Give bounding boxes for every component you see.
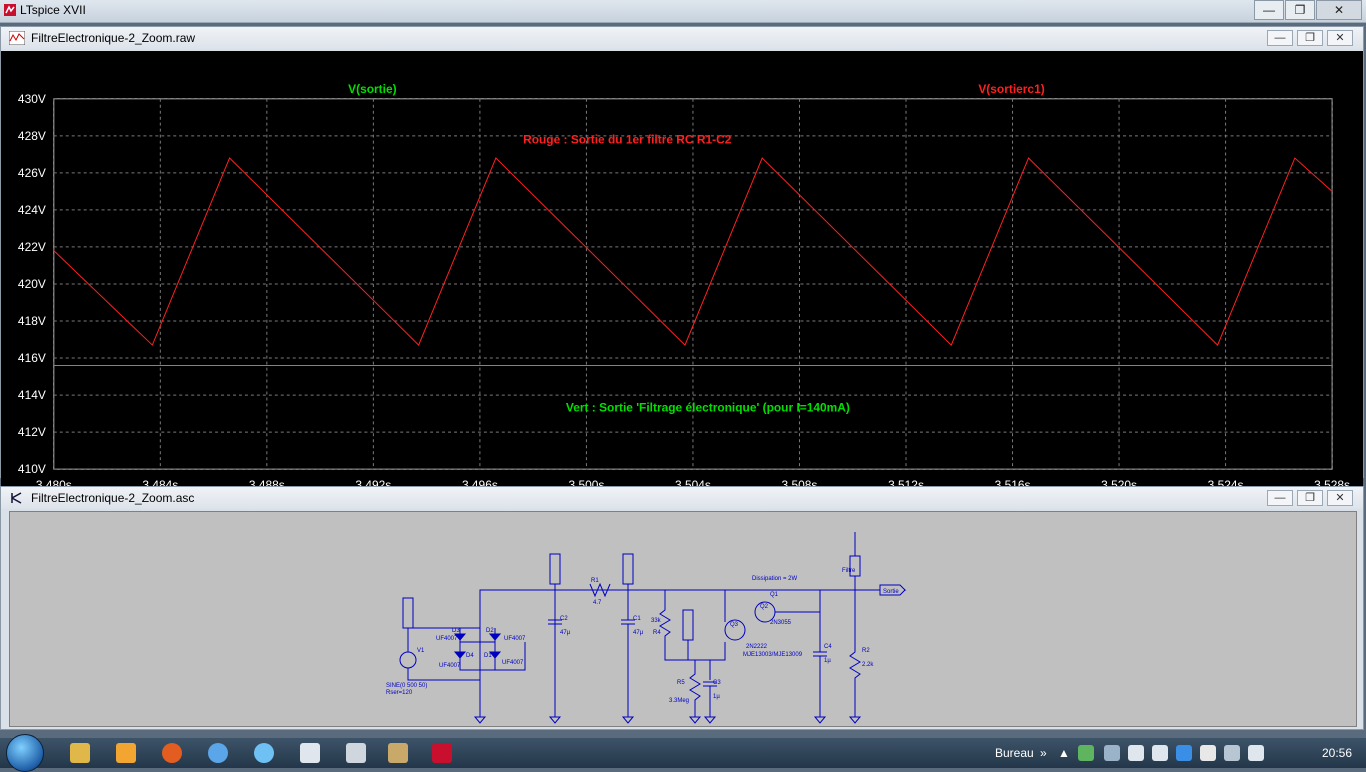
explorer-icon[interactable] bbox=[70, 743, 90, 763]
schematic-window-titlebar[interactable]: FiltreElectronique-2_Zoom.asc — ❐ ✕ bbox=[1, 487, 1363, 509]
plot-window-titlebar[interactable]: FiltreElectronique-2_Zoom.raw — ❐ ✕ bbox=[1, 27, 1363, 49]
app-title: LTspice XVII bbox=[20, 3, 86, 17]
q2-type-label: 2N3055 bbox=[770, 620, 792, 626]
calculator-icon[interactable] bbox=[346, 743, 366, 763]
clock[interactable]: 20:56 bbox=[1322, 746, 1352, 760]
document-icon[interactable] bbox=[300, 743, 320, 763]
y-tick-label: 422V bbox=[18, 240, 46, 254]
y-tick-label: 424V bbox=[18, 203, 46, 217]
browser-icon[interactable] bbox=[254, 743, 274, 763]
y-tick-label: 412V bbox=[18, 425, 46, 439]
tray-app-icon[interactable] bbox=[1078, 745, 1094, 761]
trace-label-v-sortie[interactable]: V(sortie) bbox=[348, 82, 396, 96]
power-icon[interactable] bbox=[1248, 745, 1264, 761]
tray-toolbar-label[interactable]: Bureau bbox=[995, 746, 1034, 760]
signal-icon[interactable] bbox=[1224, 745, 1240, 761]
schematic-canvas[interactable]: SINE(0 500 50) Rser=120 V1 D3 D2 UF4007 … bbox=[9, 511, 1357, 727]
c2-label: C2 bbox=[560, 616, 568, 622]
plot-window-title: FiltreElectronique-2_Zoom.raw bbox=[31, 31, 196, 45]
y-tick-label: 430V bbox=[18, 92, 46, 106]
r1-value: 4.7 bbox=[593, 600, 602, 606]
tray-device-icon[interactable] bbox=[1128, 745, 1144, 761]
dissipation-label: Dissipation = 2W bbox=[752, 576, 798, 582]
r5-label: R5 bbox=[677, 680, 685, 686]
c4-value: 1µ bbox=[824, 658, 831, 664]
circuit-diagram[interactable]: SINE(0 500 50) Rser=120 V1 D3 D2 UF4007 … bbox=[10, 512, 1356, 726]
network-icon[interactable] bbox=[208, 743, 228, 763]
schematic-window: FiltreElectronique-2_Zoom.asc — ❐ ✕ SINE… bbox=[0, 486, 1364, 730]
schematic-window-title: FiltreElectronique-2_Zoom.asc bbox=[31, 491, 195, 505]
c1-label: C1 bbox=[633, 616, 641, 622]
r2-label: R2 bbox=[862, 648, 870, 654]
y-tick-label: 418V bbox=[18, 314, 46, 328]
c1-value: 47µ bbox=[633, 630, 644, 636]
schematic-minimize-button[interactable]: — bbox=[1267, 490, 1293, 506]
d2-label: D2 bbox=[486, 628, 494, 634]
y-tick-label: 420V bbox=[18, 277, 46, 291]
ltspice-taskbar-icon[interactable] bbox=[432, 743, 452, 763]
y-tick-label: 426V bbox=[18, 166, 46, 180]
media-player-icon[interactable] bbox=[116, 743, 136, 763]
plot-minimize-button[interactable]: — bbox=[1267, 30, 1293, 46]
close-button[interactable]: ✕ bbox=[1316, 0, 1362, 20]
d3-type-label: UF4007 bbox=[436, 636, 458, 642]
voltage-source-symbol[interactable] bbox=[399, 651, 417, 669]
y-tick-label: 416V bbox=[18, 351, 46, 365]
minimize-button[interactable]: — bbox=[1254, 0, 1284, 20]
archive-icon[interactable] bbox=[388, 743, 408, 763]
tray-expand-icon[interactable]: » bbox=[1040, 746, 1047, 760]
taskbar: Bureau » ▲ 20:56 bbox=[0, 734, 1366, 772]
d1-label: D1 bbox=[484, 653, 492, 659]
c2-value: 47µ bbox=[560, 630, 571, 636]
c3-label: C3 bbox=[713, 680, 721, 686]
v1-label: V1 bbox=[417, 648, 425, 654]
r5-value: 3.3Meg bbox=[669, 698, 689, 704]
d3-label: D3 bbox=[452, 628, 460, 634]
annotation-green: Vert : Sortie 'Filtrage électronique' (p… bbox=[566, 400, 850, 414]
c3-value: 1µ bbox=[713, 694, 720, 700]
source-rser-label: Rser=120 bbox=[386, 690, 413, 696]
schematic-icon bbox=[11, 492, 22, 504]
y-tick-label: 410V bbox=[18, 462, 46, 476]
d1-type-label: UF4007 bbox=[502, 660, 524, 666]
waveform-icon bbox=[9, 31, 25, 45]
c4-label: C4 bbox=[824, 644, 832, 650]
sortie-label: Sortie bbox=[883, 589, 899, 595]
plot-restore-button[interactable]: ❐ bbox=[1297, 30, 1323, 46]
flag-icon[interactable] bbox=[1200, 745, 1216, 761]
y-tick-label: 428V bbox=[18, 129, 46, 143]
r4-label: R4 bbox=[653, 630, 661, 636]
q3-label: Q3 bbox=[730, 622, 739, 628]
filtre-label: Filtre bbox=[842, 568, 856, 574]
bluetooth-icon[interactable] bbox=[1176, 745, 1192, 761]
app-window-controls: — ❐ ✕ bbox=[1253, 0, 1362, 20]
firefox-icon[interactable] bbox=[162, 743, 182, 763]
waveform-plot[interactable]: 430V 428V 426V 424V 422V 420V 418V 416V 414V 412V… bbox=[1, 51, 1363, 501]
q1-label: Q1 bbox=[770, 592, 779, 598]
ltspice-logo-icon bbox=[4, 4, 16, 16]
plot-close-button[interactable]: ✕ bbox=[1327, 30, 1353, 46]
plot-window: FiltreElectronique-2_Zoom.raw — ❐ ✕ 430V… bbox=[0, 26, 1364, 501]
trace-label-v-sortierc1[interactable]: V(sortierc1) bbox=[978, 82, 1044, 96]
q2-label: Q2 bbox=[760, 604, 769, 610]
tray-network-icon[interactable] bbox=[1104, 745, 1120, 761]
app-titlebar: LTspice XVII — ❐ ✕ bbox=[0, 0, 1366, 23]
mje-label: MJE13003/MJE13009 bbox=[743, 652, 803, 658]
r2-value: 2.2k bbox=[862, 662, 874, 668]
annotation-red: Rouge : Sortie du 1er filtre RC R1-C2 bbox=[523, 133, 732, 147]
volume-icon[interactable] bbox=[1152, 745, 1168, 761]
tray-arrow-icon[interactable]: ▲ bbox=[1058, 746, 1070, 760]
y-tick-label: 414V bbox=[18, 388, 46, 402]
d4-label: D4 bbox=[466, 653, 474, 659]
q3-type-label: 2N2222 bbox=[746, 644, 768, 650]
start-button[interactable] bbox=[6, 734, 44, 772]
d2-type-label: UF4007 bbox=[504, 636, 526, 642]
source-spec-label: SINE(0 500 50) bbox=[386, 683, 427, 689]
restore-button[interactable]: ❐ bbox=[1285, 0, 1315, 20]
schematic-restore-button[interactable]: ❐ bbox=[1297, 490, 1323, 506]
d4-type-label: UF4007 bbox=[439, 663, 461, 669]
schematic-close-button[interactable]: ✕ bbox=[1327, 490, 1353, 506]
r1-label: R1 bbox=[591, 578, 599, 584]
r4-value: 33k bbox=[651, 618, 662, 624]
